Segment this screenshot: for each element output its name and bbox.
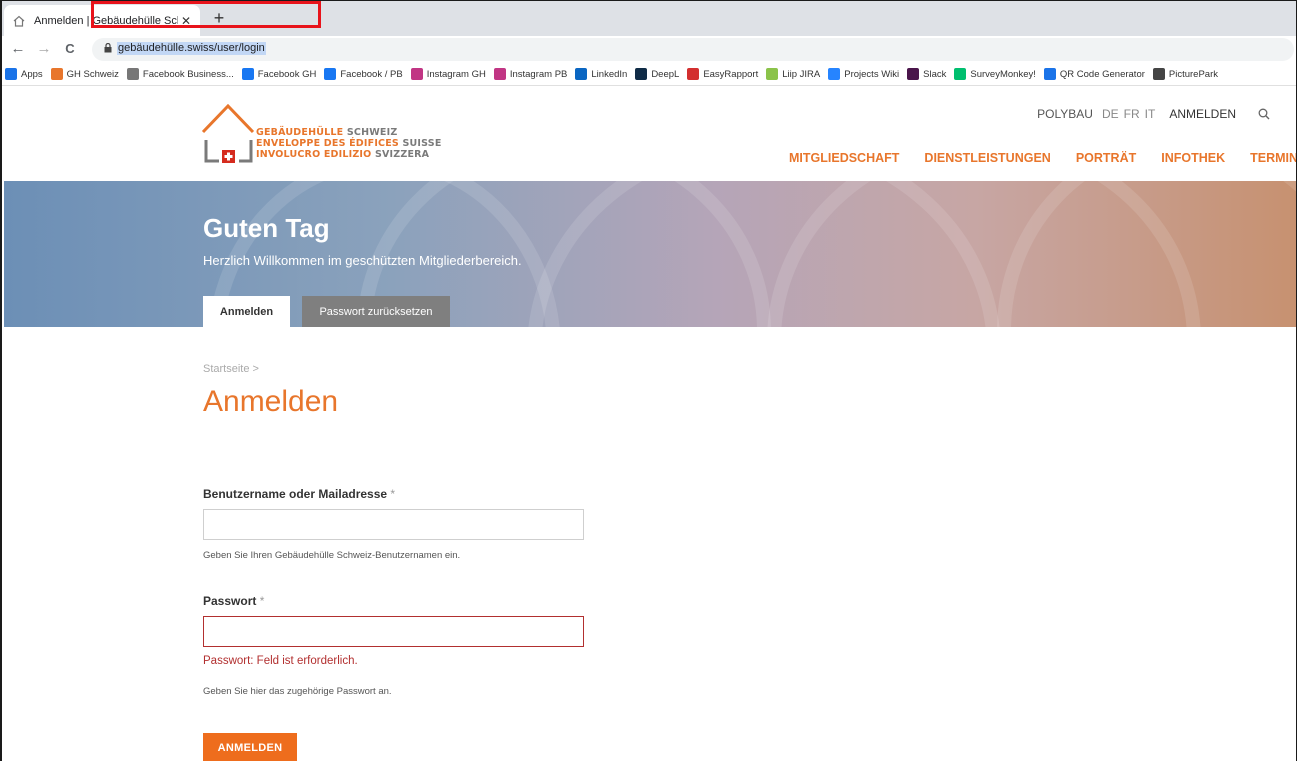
username-help-text: Geben Sie Ihren Gebäudehülle Schweiz-Ben… — [203, 550, 461, 561]
password-error-message: Passwort: Feld ist erforderlich. — [203, 655, 358, 667]
search-icon[interactable] — [1258, 108, 1270, 120]
bookmark-label: GH Schweiz — [66, 68, 119, 80]
house-favicon-icon — [12, 14, 26, 28]
bookmark-favicon-icon — [907, 68, 920, 80]
address-bar[interactable] — [92, 38, 1294, 61]
bookmark-label: LinkedIn — [591, 68, 628, 80]
bookmark-item[interactable]: Facebook Business... — [124, 62, 239, 85]
main-nav-item[interactable]: PORTRÄT — [1076, 151, 1136, 165]
lang-fr-link[interactable]: FR — [1124, 107, 1140, 121]
bookmark-favicon-icon — [766, 68, 779, 80]
back-button[interactable]: ← — [8, 39, 28, 59]
main-nav-item[interactable]: DIENSTLEISTUNGEN — [924, 151, 1050, 165]
bookmark-item[interactable]: Instagram GH — [408, 62, 491, 85]
bookmark-item[interactable]: GH Schweiz — [48, 62, 124, 85]
bookmark-item[interactable]: Slack — [904, 62, 951, 85]
bookmark-item[interactable]: Facebook / PB — [321, 62, 407, 85]
main-nav-item[interactable]: MITGLIEDSCHAFT — [789, 151, 899, 165]
required-mark: * — [390, 487, 396, 501]
url-text[interactable]: gebäudehülle.swiss/user/login — [117, 42, 266, 55]
reload-button[interactable]: C — [60, 39, 80, 59]
bookmark-item[interactable]: Instagram PB — [491, 62, 573, 85]
bookmark-label: QR Code Generator — [1059, 68, 1145, 80]
lang-de-link[interactable]: DE — [1102, 107, 1119, 121]
bookmark-favicon-icon — [493, 68, 506, 80]
bookmark-favicon-icon — [126, 68, 139, 80]
polybau-link[interactable]: POLYBAU — [1037, 107, 1093, 121]
username-input[interactable] — [203, 509, 584, 540]
login-submit-button[interactable]: ANMELDEN — [203, 733, 297, 761]
bookmark-item[interactable]: Projects Wiki — [825, 62, 904, 85]
bookmark-label: DeepL — [651, 68, 680, 80]
login-link[interactable]: ANMELDEN — [1169, 107, 1236, 121]
bookmark-label: Facebook GH — [257, 68, 317, 80]
required-mark: * — [259, 594, 265, 608]
bookmark-item[interactable]: EasyRapport — [684, 62, 763, 85]
bookmark-item[interactable]: PicturePark — [1150, 62, 1223, 85]
logo-line: INVOLUCRO EDILIZIO SVIZZERA — [256, 149, 430, 160]
bookmark-label: Facebook Business... — [142, 68, 234, 80]
bookmark-favicon-icon — [1043, 68, 1056, 80]
bookmark-item[interactable]: LinkedIn — [572, 62, 632, 85]
bookmark-item[interactable]: Liip JIRA — [763, 62, 825, 85]
site-header — [2, 87, 1296, 181]
hero-background-pattern — [208, 181, 1296, 327]
bookmark-label: Slack — [923, 68, 947, 80]
logo-line: ENVELOPPE DES ÉDIFICES SUISSE — [256, 138, 442, 149]
forward-button[interactable]: → — [34, 39, 54, 59]
bookmark-item[interactable]: Apps — [2, 62, 48, 85]
main-nav-item[interactable]: TERMINE — [1250, 151, 1296, 165]
bookmark-item[interactable]: Facebook GH — [239, 62, 322, 85]
site-logo-text[interactable]: GEBÄUDEHÜLLE SCHWEIZ ENVELOPPE DES ÉDIFIC… — [256, 127, 442, 160]
bookmark-label: Liip JIRA — [782, 68, 821, 80]
lang-it-link[interactable]: IT — [1145, 107, 1156, 121]
url-highlight-box — [91, 1, 321, 28]
bookmark-label: Instagram GH — [426, 68, 486, 80]
bookmark-label: PicturePark — [1168, 68, 1218, 80]
bookmark-favicon-icon — [828, 68, 841, 80]
tab-reset-password[interactable]: Passwort zurücksetzen — [302, 296, 450, 327]
bookmark-item[interactable]: SurveyMonkey! — [951, 62, 1040, 85]
bookmark-item[interactable]: DeepL — [632, 62, 684, 85]
bookmark-favicon-icon — [575, 68, 588, 80]
page-title: Anmelden — [203, 385, 339, 418]
bookmark-label: Facebook / PB — [340, 68, 403, 80]
bookmark-label: Apps — [21, 68, 43, 80]
bookmark-favicon-icon — [410, 68, 423, 80]
main-nav: MITGLIEDSCHAFT DIENSTLEISTUNGEN PORTRÄT INF… — [789, 151, 1296, 165]
logo-line: GEBÄUDEHÜLLE SCHWEIZ — [256, 127, 398, 138]
bookmark-favicon-icon — [1152, 68, 1165, 80]
bookmark-item[interactable]: QR Code Generator — [1041, 62, 1150, 85]
bookmarks-bar: Apps GH Schweiz Facebook Business... Facebo… — [2, 62, 1296, 86]
lock-icon — [104, 43, 112, 53]
password-label: Passwort * — [203, 594, 265, 608]
hero-title: Guten Tag — [203, 213, 330, 243]
username-label: Benutzername oder Mailadresse * — [203, 487, 396, 501]
bookmark-favicon-icon — [635, 68, 648, 80]
bookmark-favicon-icon — [324, 68, 337, 80]
hero-banner — [4, 181, 1296, 327]
bookmark-label: Projects Wiki — [844, 68, 900, 80]
bookmark-favicon-icon — [687, 68, 700, 80]
bookmark-label: SurveyMonkey! — [970, 68, 1036, 80]
bookmark-favicon-icon — [50, 68, 63, 80]
bookmark-favicon-icon — [5, 68, 17, 80]
bookmark-favicon-icon — [954, 68, 967, 80]
hero-subtitle: Herzlich Willkommen im geschützten Mitgl… — [203, 253, 522, 268]
password-help-text: Geben Sie hier das zugehörige Passwort a… — [203, 686, 392, 697]
bookmark-label: Instagram PB — [509, 68, 568, 80]
browser-window: Anmelden | Gebäudehülle Schwe ✕ + ← → C … — [0, 0, 1297, 761]
main-nav-item[interactable]: INFOTHEK — [1161, 151, 1225, 165]
password-input[interactable] — [203, 616, 584, 647]
top-nav: POLYBAU DE FR IT ANMELDEN — [1025, 107, 1270, 121]
tab-login[interactable]: Anmelden — [203, 296, 290, 327]
breadcrumb[interactable]: Startseite > — [203, 363, 259, 375]
bookmark-favicon-icon — [241, 68, 254, 80]
bookmark-label: EasyRapport — [703, 68, 759, 80]
